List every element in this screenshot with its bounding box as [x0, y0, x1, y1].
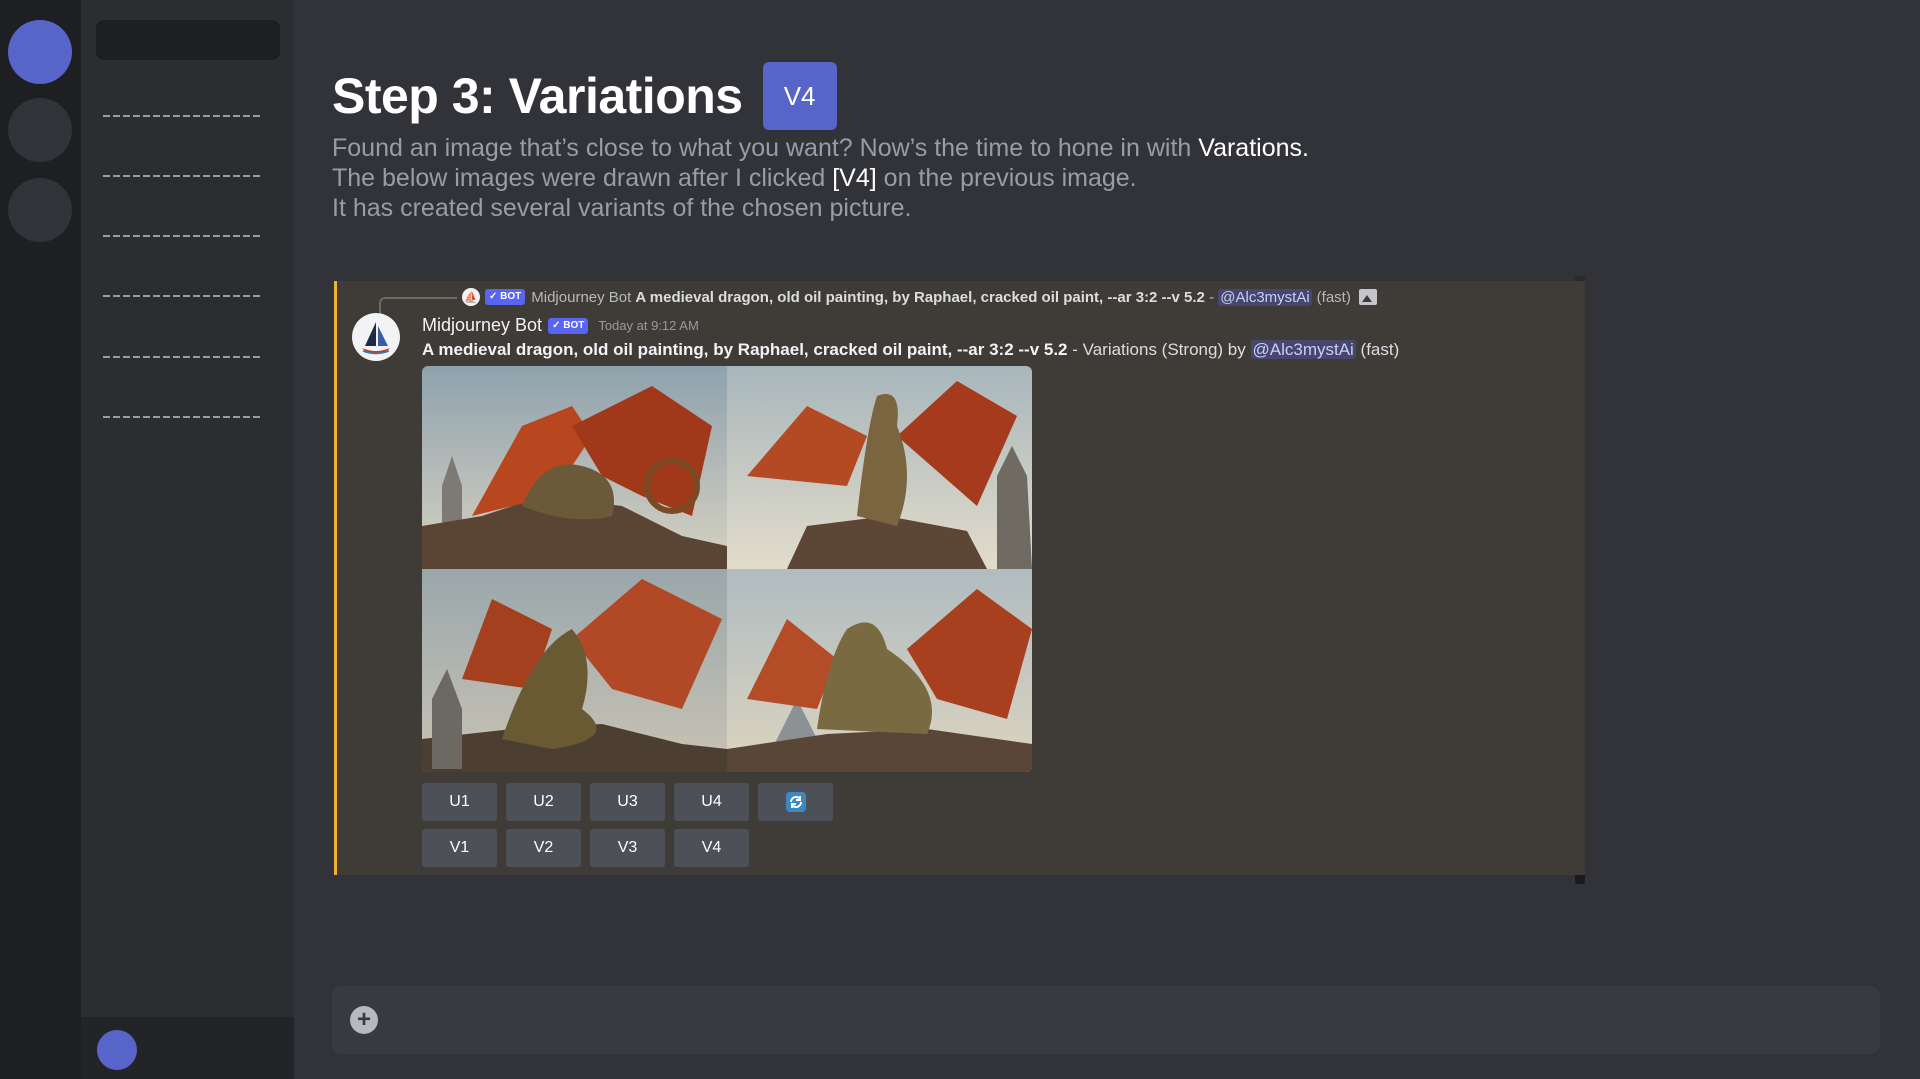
u4-button[interactable]: U4 [674, 783, 749, 821]
u2-button[interactable]: U2 [506, 783, 581, 821]
reply-mention[interactable]: @Alc3mystAi [1218, 288, 1312, 306]
refresh-icon [785, 792, 806, 812]
channel-sidebar [81, 0, 294, 1079]
bot-mini-avatar-icon: ⛵ [462, 288, 480, 306]
dragon-image-2[interactable] [727, 366, 1032, 569]
reply-author: Midjourney Bot [531, 288, 632, 306]
step-description: Found an image that’s close to what you … [332, 133, 1309, 223]
v3-button[interactable]: V3 [590, 829, 665, 867]
message-speed: (fast) [1355, 340, 1400, 359]
message-mention[interactable]: @Alc3mystAi [1250, 340, 1356, 359]
message-content: A medieval dragon, old oil painting, by … [422, 340, 1399, 360]
channel-item-placeholder[interactable] [103, 295, 263, 297]
v2-button[interactable]: V2 [506, 829, 581, 867]
reply-speed: (fast) [1316, 288, 1351, 306]
dragon-image-4[interactable] [727, 569, 1032, 772]
message-composer[interactable]: + [332, 986, 1880, 1054]
user-panel [81, 1017, 294, 1079]
reply-prompt: A medieval dragon, old oil painting, by … [635, 288, 1205, 306]
v4-button[interactable]: V4 [674, 829, 749, 867]
message-suffix: - Variations (Strong) by [1067, 340, 1251, 359]
dragon-image-1[interactable] [422, 366, 727, 569]
dragon-image-3[interactable] [422, 569, 727, 772]
reroll-button[interactable] [758, 783, 833, 821]
add-attachment-icon[interactable]: + [350, 1006, 378, 1034]
highlight-bar [334, 281, 337, 875]
variation-button-row: V1 V2 V3 V4 [422, 829, 749, 867]
bot-avatar[interactable] [352, 313, 400, 361]
app-window: Step 3: Variations V4 Found an image tha… [0, 0, 1920, 1079]
image-icon [1358, 289, 1377, 305]
sailboat-icon [362, 322, 390, 355]
message-timestamp: Today at 9:12 AM [598, 318, 699, 333]
server-icon-active[interactable] [8, 20, 72, 84]
page-title: Step 3: Variations [332, 68, 743, 124]
v4-badge: V4 [762, 62, 837, 130]
user-avatar[interactable] [97, 1030, 137, 1070]
reply-separator: - [1204, 288, 1219, 306]
server-icon[interactable] [8, 98, 72, 162]
v1-button[interactable]: V1 [422, 829, 497, 867]
channel-item-placeholder[interactable] [103, 416, 263, 418]
server-icon[interactable] [8, 178, 72, 242]
u1-button[interactable]: U1 [422, 783, 497, 821]
message-prompt: A medieval dragon, old oil painting, by … [422, 340, 1068, 359]
discord-message-panel: ⛵ ✓ BOT Midjourney Bot A medieval dragon… [334, 281, 1585, 875]
channel-item-placeholder[interactable] [103, 115, 263, 117]
sidebar-search-bar[interactable] [96, 20, 280, 60]
message-header: Midjourney Bot ✓ BOT Today at 9:12 AM [422, 315, 699, 336]
channel-item-placeholder[interactable] [103, 356, 263, 358]
main-content: Step 3: Variations V4 Found an image tha… [294, 0, 1920, 1079]
desc-line-2: The below images were drawn after I clic… [332, 164, 1137, 192]
bot-tag: ✓ BOT [548, 317, 589, 334]
desc-line-1: Found an image that’s close to what you … [332, 134, 1309, 162]
channel-item-placeholder[interactable] [103, 235, 263, 237]
desc-line-3: It has created several variants of the c… [332, 194, 912, 222]
u3-button[interactable]: U3 [590, 783, 665, 821]
image-grid[interactable] [422, 366, 1032, 772]
server-rail [0, 0, 81, 1079]
upscale-button-row: U1 U2 U3 U4 [422, 783, 833, 821]
message-author[interactable]: Midjourney Bot [422, 315, 542, 336]
reply-preview[interactable]: ⛵ ✓ BOT Midjourney Bot A medieval dragon… [462, 287, 1377, 307]
bot-tag: ✓ BOT [485, 289, 526, 305]
reply-connector [379, 297, 457, 317]
step-heading: Step 3: Variations V4 [332, 62, 837, 130]
channel-item-placeholder[interactable] [103, 175, 263, 177]
